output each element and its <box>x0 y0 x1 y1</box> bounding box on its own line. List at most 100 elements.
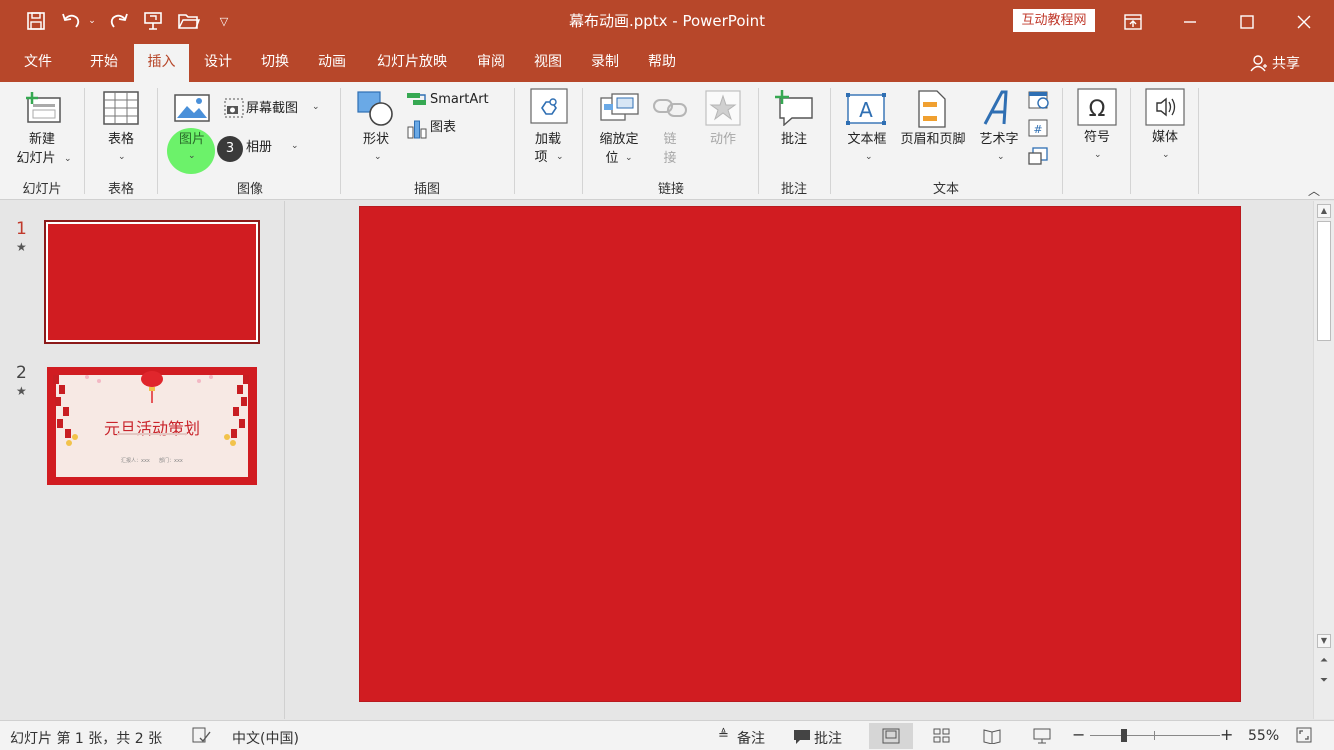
comment-bubble-icon[interactable] <box>793 729 811 749</box>
zoom-slider-thumb[interactable] <box>1121 729 1127 742</box>
language-indicator[interactable]: 中文(中国) <box>232 728 299 748</box>
shapes-icon[interactable] <box>356 90 396 132</box>
smartart-icon[interactable] <box>406 90 428 112</box>
collapse-ribbon-icon[interactable]: ︿ <box>1308 182 1320 199</box>
tab-slideshow[interactable]: 幻灯片放映 <box>364 44 460 82</box>
tab-transitions[interactable]: 切换 <box>247 44 303 82</box>
title-bar: ⌄ ▽ 幕布动画.pptx - PowerPoint 互动教程网 <box>0 0 1334 44</box>
maximize-icon[interactable] <box>1224 0 1270 44</box>
chevron-down-icon[interactable]: ⌄ <box>118 152 126 162</box>
slide-sorter-icon[interactable] <box>920 723 964 749</box>
close-icon[interactable] <box>1281 0 1327 44</box>
tab-animations[interactable]: 动画 <box>304 44 360 82</box>
picture-label[interactable]: 图片 <box>170 132 214 148</box>
chevron-down-icon[interactable]: ⌄ <box>64 154 72 164</box>
slide-editor-canvas[interactable] <box>286 201 1313 719</box>
tab-record[interactable]: 录制 <box>577 44 633 82</box>
minimize-icon[interactable] <box>1167 0 1213 44</box>
new-slide-icon[interactable] <box>24 92 62 128</box>
chevron-down-icon[interactable]: ⌄ <box>556 152 564 162</box>
media-label[interactable]: 媒体 <box>1141 130 1189 146</box>
chevron-down-icon[interactable]: ⌄ <box>1094 150 1102 160</box>
picture-icon[interactable] <box>174 94 210 126</box>
notes-button[interactable]: 备注 <box>737 728 765 748</box>
symbol-label[interactable]: 符号 <box>1073 130 1121 146</box>
screenshot-icon[interactable] <box>224 98 244 122</box>
tab-review[interactable]: 审阅 <box>463 44 519 82</box>
slide-thumbnail-1[interactable] <box>44 220 260 344</box>
date-time-icon[interactable] <box>1028 90 1050 114</box>
tab-home[interactable]: 开始 <box>76 44 132 82</box>
accessibility-icon[interactable] <box>192 726 212 748</box>
chevron-down-icon[interactable]: ⌄ <box>188 151 196 161</box>
header-footer-label[interactable]: 页眉和页脚 <box>894 132 972 148</box>
comment-icon[interactable] <box>774 90 814 130</box>
chart-label[interactable]: 图表 <box>430 120 470 136</box>
normal-view-icon[interactable] <box>869 723 913 749</box>
addins-icon[interactable] <box>530 88 568 128</box>
shapes-label[interactable]: 形状 <box>352 132 400 148</box>
album-label[interactable]: 相册 <box>246 140 286 156</box>
scroll-up-icon[interactable]: ▲ <box>1317 204 1331 218</box>
zoom-slider-track[interactable] <box>1090 735 1220 736</box>
current-slide[interactable] <box>359 206 1241 702</box>
chevron-down-icon[interactable]: ⌄ <box>1162 150 1170 160</box>
zoom-icon[interactable] <box>600 92 640 128</box>
group-divider <box>157 88 158 194</box>
table-icon[interactable] <box>103 91 139 129</box>
header-footer-icon[interactable] <box>918 90 946 132</box>
notes-icon[interactable]: ≜ <box>718 728 729 743</box>
object-icon[interactable] <box>1028 146 1050 170</box>
zoom-out-icon[interactable]: − <box>1072 725 1085 744</box>
new-slide-label-2[interactable]: 幻灯片 <box>8 151 64 167</box>
screenshot-label[interactable]: 屏幕截图 <box>246 101 310 117</box>
comments-button[interactable]: 批注 <box>814 728 842 748</box>
previous-slide-icon[interactable]: ⏶ <box>1317 655 1331 669</box>
tab-file[interactable]: 文件 <box>10 44 66 82</box>
omega-icon[interactable]: Ω <box>1077 88 1117 130</box>
zoom-label-1[interactable]: 缩放定 <box>592 132 646 148</box>
textbox-icon[interactable]: A <box>846 92 886 130</box>
next-slide-icon[interactable]: ⏷ <box>1317 675 1331 689</box>
chart-icon[interactable] <box>406 119 428 143</box>
step-marker: 3 <box>217 136 243 162</box>
chevron-down-icon[interactable]: ⌄ <box>625 153 633 163</box>
new-slide-label-1[interactable]: 新建 <box>10 132 74 148</box>
wordart-label[interactable]: 艺术字 <box>974 132 1024 148</box>
comment-label[interactable]: 批注 <box>770 132 818 148</box>
tab-insert[interactable]: 插入 <box>134 44 189 82</box>
zoom-level[interactable]: 55% <box>1248 728 1279 744</box>
animation-star-icon: ★ <box>16 240 27 254</box>
speaker-icon[interactable] <box>1145 88 1185 130</box>
zoom-label-2[interactable]: 位 <box>600 151 624 167</box>
ribbon-display-options-icon[interactable] <box>1110 0 1156 44</box>
addins-label-1[interactable]: 加载 <box>524 132 572 148</box>
zoom-in-icon[interactable]: + <box>1220 725 1233 744</box>
chevron-down-icon[interactable]: ⌄ <box>291 141 299 151</box>
chevron-down-icon[interactable]: ⌄ <box>865 152 873 162</box>
group-divider <box>1062 88 1063 194</box>
tab-design[interactable]: 设计 <box>190 44 246 82</box>
wordart-icon[interactable] <box>982 90 1016 130</box>
slideshow-view-icon[interactable] <box>1020 723 1064 749</box>
reading-view-icon[interactable] <box>970 723 1014 749</box>
addins-label-2[interactable]: 项 <box>526 150 556 166</box>
scroll-thumb[interactable] <box>1317 221 1331 341</box>
slide-thumbnail-2[interactable]: 元旦活动策划 汇报人：xxx 部门：xxx <box>47 367 257 485</box>
chevron-down-icon[interactable]: ⌄ <box>997 152 1005 162</box>
table-label[interactable]: 表格 <box>95 132 147 148</box>
slide-number-icon[interactable]: # <box>1028 118 1050 142</box>
textbox-label[interactable]: 文本框 <box>840 132 894 148</box>
share-button[interactable]: 共享 <box>1250 44 1300 82</box>
tab-view[interactable]: 视图 <box>520 44 576 82</box>
action-label: 动作 <box>709 132 736 147</box>
slide-2-meta-left: 汇报人：xxx <box>121 458 150 464</box>
vertical-scrollbar[interactable]: ▲ ▼ ⏶ ⏷ <box>1313 201 1334 719</box>
scroll-down-icon[interactable]: ▼ <box>1317 634 1331 648</box>
chevron-down-icon[interactable]: ⌄ <box>312 102 320 112</box>
fit-to-window-icon[interactable] <box>1296 727 1312 747</box>
chevron-down-icon[interactable]: ⌄ <box>374 152 382 162</box>
smartart-label[interactable]: SmartArt <box>430 92 510 108</box>
group-divider <box>514 88 515 194</box>
tab-help[interactable]: 帮助 <box>634 44 690 82</box>
